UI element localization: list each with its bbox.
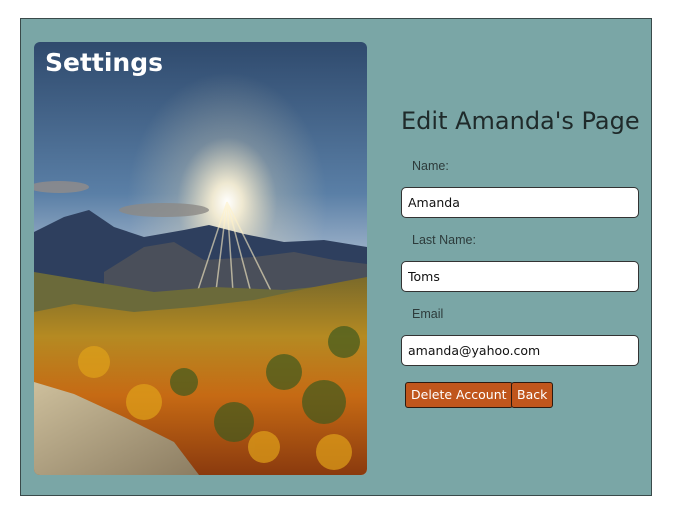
delete-account-button[interactable]: Delete Account bbox=[405, 382, 513, 408]
email-input[interactable] bbox=[401, 335, 639, 366]
landscape-image bbox=[34, 42, 367, 475]
settings-title: Settings bbox=[45, 48, 164, 77]
landscape-photo: Settings bbox=[34, 42, 367, 475]
last-name-input[interactable] bbox=[401, 261, 639, 292]
email-label: Email bbox=[412, 307, 444, 321]
back-button[interactable]: Back bbox=[511, 382, 554, 408]
name-input[interactable] bbox=[401, 187, 639, 218]
last-name-label: Last Name: bbox=[412, 233, 476, 247]
settings-panel: Settings Edit Amanda's Page Name: Last N… bbox=[20, 18, 652, 496]
page-title: Edit Amanda's Page bbox=[401, 107, 640, 135]
name-label: Name: bbox=[412, 159, 449, 173]
